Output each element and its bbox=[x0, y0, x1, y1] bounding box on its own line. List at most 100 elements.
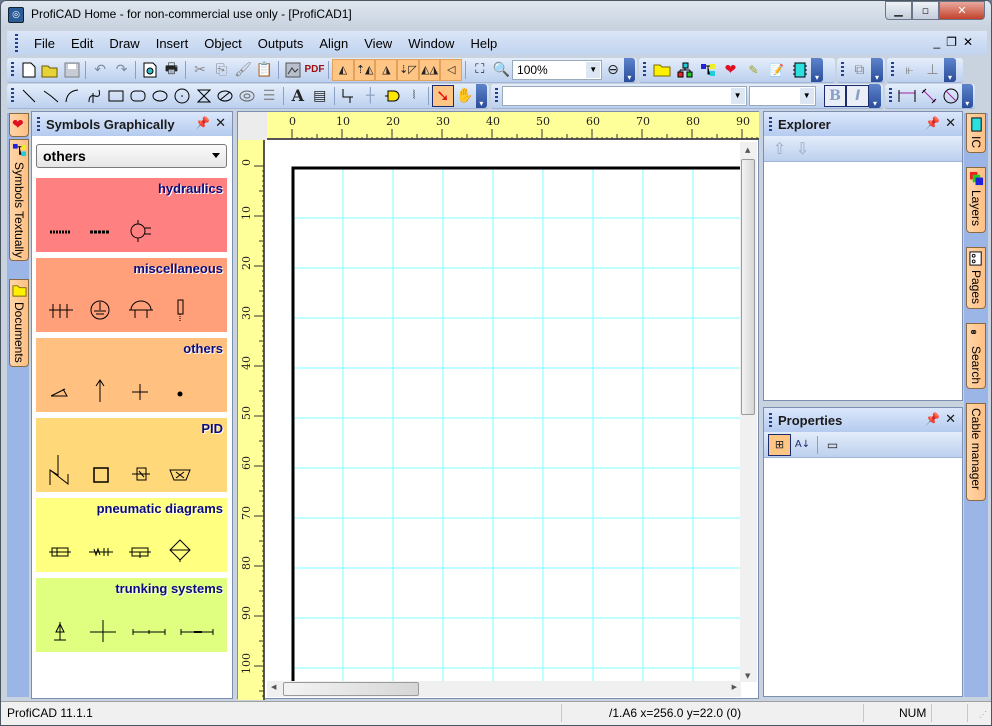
chevron-down-icon[interactable]: ▼ bbox=[730, 87, 745, 104]
zoom-in-icon[interactable]: 🔍 bbox=[491, 59, 513, 81]
favorites-heart-icon[interactable]: ❤ bbox=[719, 59, 742, 81]
close-icon[interactable]: ✕ bbox=[945, 411, 956, 427]
menu-file[interactable]: File bbox=[26, 36, 63, 51]
rotate-right-icon[interactable]: ◮ bbox=[375, 58, 398, 81]
panel-grip[interactable] bbox=[769, 413, 772, 427]
mirror-left-icon[interactable]: ◁ bbox=[440, 58, 463, 81]
category-select[interactable]: others bbox=[36, 144, 227, 168]
pid-valve-symbol[interactable] bbox=[128, 462, 154, 486]
vertical-scrollbar[interactable]: ▲ ▼ bbox=[740, 142, 757, 682]
new-document-icon[interactable] bbox=[18, 59, 40, 81]
line-icon[interactable] bbox=[18, 85, 40, 107]
tab-layers[interactable]: Layers bbox=[966, 167, 986, 233]
ground-circle-symbol[interactable] bbox=[88, 298, 114, 322]
pdf-icon[interactable]: PDF bbox=[304, 59, 326, 81]
undo-icon[interactable]: ↶ bbox=[89, 59, 111, 81]
italic-button[interactable]: I bbox=[846, 84, 870, 107]
pin-icon[interactable]: 📌 bbox=[195, 116, 210, 130]
pid-box-symbol[interactable] bbox=[88, 462, 114, 486]
circle-icon[interactable] bbox=[171, 85, 193, 107]
folder-icon[interactable] bbox=[650, 59, 673, 81]
font-name-select[interactable]: ▼ bbox=[501, 85, 747, 106]
move-down-icon[interactable]: ⇩ bbox=[791, 138, 814, 160]
sort-alpha-icon[interactable]: A↓ bbox=[791, 434, 814, 456]
zoom-out-icon[interactable]: ⊖ bbox=[602, 59, 624, 81]
cross-symbol[interactable] bbox=[128, 378, 154, 402]
polyline-icon[interactable] bbox=[40, 85, 62, 107]
tree-icon[interactable] bbox=[673, 59, 696, 81]
pin-icon[interactable]: 📌 bbox=[925, 412, 940, 426]
trunk-joint-symbol[interactable] bbox=[180, 618, 214, 642]
text-icon[interactable]: A bbox=[287, 85, 309, 107]
flip-down-icon[interactable]: ⇣◸ bbox=[397, 58, 419, 81]
menu-view[interactable]: View bbox=[356, 36, 400, 51]
layers-edit-icon[interactable]: ✎ bbox=[742, 59, 765, 81]
menu-help[interactable]: Help bbox=[462, 36, 505, 51]
panel-grip[interactable] bbox=[769, 117, 772, 131]
zoom-fit-icon[interactable]: ⛶ bbox=[469, 59, 491, 81]
zoom-select[interactable]: 100% ▼ bbox=[512, 59, 603, 80]
open-folder-icon[interactable] bbox=[39, 59, 61, 81]
flip-vertical-icon[interactable]: ⇡◭ bbox=[353, 58, 376, 81]
explorer-tree[interactable] bbox=[764, 162, 962, 400]
horizontal-scrollbar[interactable]: ◀ ▶ bbox=[267, 681, 741, 697]
menu-outputs[interactable]: Outputs bbox=[250, 36, 312, 51]
pneumatic-spring-symbol[interactable] bbox=[88, 538, 114, 562]
toolbar-overflow-button[interactable]: ▾ bbox=[811, 57, 823, 82]
export-image-icon[interactable] bbox=[282, 59, 304, 81]
properties-grid[interactable] bbox=[764, 458, 962, 696]
close-button[interactable]: ✕ bbox=[939, 1, 985, 20]
pid-tank-symbol[interactable] bbox=[168, 462, 194, 486]
dot-symbol[interactable] bbox=[168, 378, 194, 402]
drawing-canvas[interactable] bbox=[267, 142, 741, 682]
toolbar-overflow-button[interactable]: ▾ bbox=[869, 83, 881, 108]
copy-icon[interactable]: ⎘ bbox=[211, 59, 233, 81]
scroll-right-icon[interactable]: ▶ bbox=[732, 683, 737, 691]
hydraulic-line-symbol[interactable] bbox=[88, 218, 114, 242]
pneumatic-valve-symbol[interactable] bbox=[128, 538, 154, 562]
component-icon[interactable] bbox=[381, 85, 403, 107]
menu-window[interactable]: Window bbox=[400, 36, 462, 51]
hydraulic-pump-symbol[interactable] bbox=[128, 218, 154, 242]
tab-documents[interactable]: Documents bbox=[9, 279, 29, 367]
arc-icon[interactable] bbox=[62, 85, 84, 107]
toolbar-grip[interactable] bbox=[643, 61, 646, 78]
toolbar-overflow-button[interactable]: ▾ bbox=[944, 57, 956, 82]
print-preview-icon[interactable] bbox=[139, 59, 161, 81]
paste-icon[interactable]: 📋 bbox=[254, 59, 276, 81]
notes-icon[interactable]: 📝 bbox=[765, 59, 788, 81]
wire-icon[interactable] bbox=[338, 85, 360, 107]
rectangle-icon[interactable] bbox=[105, 85, 127, 107]
category-miscellaneous[interactable]: miscellaneous bbox=[36, 258, 227, 332]
dome-lamp-symbol[interactable] bbox=[128, 298, 154, 322]
angle-symbol[interactable] bbox=[48, 378, 74, 402]
hierarchy-icon[interactable] bbox=[696, 59, 719, 81]
ellipse-slash-icon[interactable] bbox=[214, 85, 236, 107]
menu-draw[interactable]: Draw bbox=[101, 36, 147, 51]
tab-search[interactable]: ⚭ Search bbox=[966, 323, 986, 389]
scroll-up-icon[interactable]: ▲ bbox=[745, 146, 750, 154]
toolbar-grip[interactable] bbox=[11, 61, 14, 78]
mdi-restore-icon[interactable]: ❐ bbox=[946, 35, 963, 49]
font-size-select[interactable]: ▼ bbox=[748, 85, 816, 106]
toolbar-grip[interactable] bbox=[891, 61, 894, 78]
pneumatic-filter-symbol[interactable] bbox=[168, 538, 194, 562]
menu-grip[interactable] bbox=[15, 34, 18, 52]
rotate-left-icon[interactable]: ◭ bbox=[332, 58, 354, 81]
toolbar-grip[interactable] bbox=[889, 87, 892, 104]
chevron-down-icon[interactable]: ▼ bbox=[586, 61, 601, 78]
close-icon[interactable]: ✕ bbox=[945, 115, 956, 131]
textbox-icon[interactable]: ▤ bbox=[309, 85, 331, 107]
junction-icon[interactable]: ┼ bbox=[359, 85, 381, 107]
panel-grip[interactable] bbox=[37, 117, 40, 131]
probe-symbol[interactable] bbox=[168, 298, 194, 322]
tab-symbols-textually[interactable]: Symbols Textually bbox=[9, 139, 29, 261]
vertical-scroll-thumb[interactable] bbox=[741, 159, 755, 415]
pid-line-symbol[interactable] bbox=[48, 454, 74, 486]
horizontal-scroll-thumb[interactable] bbox=[283, 682, 419, 696]
category-pneumatic-diagrams[interactable]: pneumatic diagrams bbox=[36, 498, 227, 572]
ellipse-shape-icon[interactable] bbox=[236, 85, 258, 107]
pneumatic-cylinder-symbol[interactable] bbox=[48, 538, 74, 562]
pin-icon[interactable]: 📌 bbox=[925, 116, 940, 130]
trunk-cross-symbol[interactable] bbox=[88, 618, 118, 642]
